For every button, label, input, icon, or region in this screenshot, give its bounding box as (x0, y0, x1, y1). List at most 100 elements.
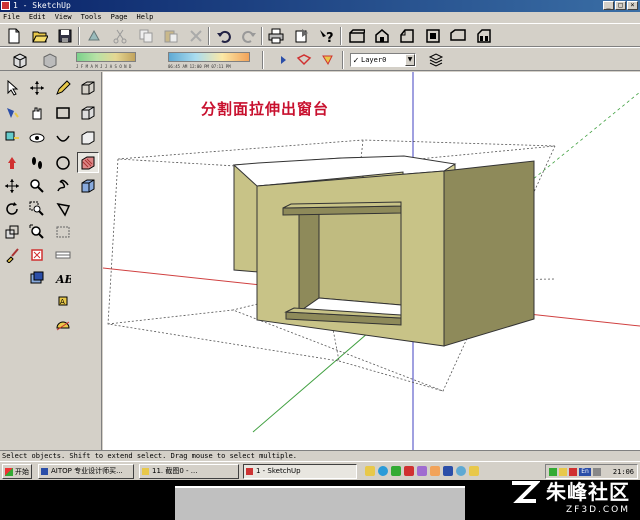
quicklaunch-icon[interactable] (365, 466, 375, 476)
open-folder-icon[interactable] (30, 26, 50, 45)
pan-hand-icon[interactable] (26, 102, 48, 123)
arc-icon[interactable] (52, 127, 74, 148)
menu-file[interactable]: File (3, 12, 20, 23)
cut-icon[interactable] (110, 26, 130, 45)
box-icon[interactable] (77, 77, 99, 98)
orbit-move-icon[interactable] (1, 175, 23, 196)
shadow-month-slider[interactable] (76, 52, 136, 62)
position-camera-icon[interactable] (1, 152, 23, 173)
tape-measure-icon[interactable] (1, 127, 23, 148)
eraser-icon[interactable] (52, 221, 74, 242)
dimension-icon[interactable] (52, 244, 74, 265)
shadow-time-slider[interactable] (168, 52, 250, 62)
menu-edit[interactable]: Edit (29, 12, 46, 23)
push-pull-icon[interactable] (77, 102, 99, 123)
paste-icon[interactable] (161, 26, 181, 45)
quicklaunch-icon[interactable] (443, 466, 453, 476)
title-bar[interactable]: 1 - SketchUp _ □ × (0, 0, 640, 12)
follow-me-icon[interactable] (77, 127, 99, 148)
copy-icon[interactable] (136, 26, 156, 45)
scene-canvas[interactable] (103, 72, 640, 450)
print-icon[interactable] (266, 26, 286, 45)
intersect-icon[interactable] (77, 152, 99, 173)
model-info-icon[interactable] (292, 26, 312, 45)
taskbar-item-sketchup[interactable]: 1 - SketchUp (243, 464, 357, 479)
layer-dropdown[interactable]: ✓ Layer0 ▼ (350, 53, 416, 67)
quicklaunch-icon[interactable] (469, 466, 479, 476)
group-icon[interactable] (40, 50, 60, 69)
modeling-viewport[interactable]: 分割面拉伸出窗台 (103, 72, 640, 450)
layers-manager-icon[interactable] (426, 50, 446, 69)
next-view-icon[interactable] (26, 267, 48, 288)
quicklaunch-icon[interactable] (456, 466, 466, 476)
minimize-button[interactable]: _ (603, 1, 614, 10)
rotate-icon[interactable] (1, 198, 23, 219)
axes-icon[interactable]: A (52, 290, 74, 311)
rectangle-icon[interactable] (52, 102, 74, 123)
quicklaunch-icon[interactable] (378, 466, 388, 476)
help-icon[interactable]: ? (317, 26, 337, 45)
maximize-button[interactable]: □ (615, 1, 626, 10)
redo-icon[interactable] (239, 26, 259, 45)
front-view-icon[interactable] (397, 26, 417, 45)
pencil-icon[interactable] (52, 77, 74, 98)
section-cut-icon[interactable] (318, 50, 338, 69)
volume-icon[interactable] (593, 467, 601, 476)
polygon-icon[interactable] (52, 198, 74, 219)
image-app-icon (142, 468, 149, 475)
previous-view-icon[interactable] (26, 244, 48, 265)
tray-icon[interactable] (569, 467, 577, 476)
circle-icon[interactable] (52, 152, 74, 173)
right-view-icon[interactable] (423, 26, 443, 45)
menu-help[interactable]: Help (137, 12, 154, 23)
menu-page[interactable]: Page (111, 12, 128, 23)
walk-arrow-icon[interactable] (269, 50, 289, 69)
input-language-indicator[interactable]: En (579, 467, 591, 476)
text-tool-icon[interactable]: AB (52, 267, 74, 288)
new-file-icon[interactable] (4, 26, 24, 45)
delete-icon[interactable] (186, 26, 206, 45)
chevron-down-icon[interactable]: ▼ (405, 54, 415, 66)
status-bar: Select objects. Shift to extend select. … (0, 450, 640, 461)
watermark-url: ZF3D.COM (566, 505, 630, 515)
zoom-extents-icon[interactable] (26, 221, 48, 242)
look-around-eye-icon[interactable] (26, 127, 48, 148)
walk-footprints-icon[interactable] (26, 152, 48, 173)
scale-icon[interactable] (1, 221, 23, 242)
iso-view-icon[interactable] (347, 26, 367, 45)
close-button[interactable]: × (627, 1, 638, 10)
quicklaunch-icon[interactable] (417, 466, 427, 476)
taskbar-item-screenshot[interactable]: 11. 截图0 - ... (139, 464, 239, 479)
undo-icon[interactable] (214, 26, 234, 45)
toolbar-separator (78, 27, 80, 45)
paint-bucket-icon[interactable] (1, 102, 23, 123)
section-plane-icon[interactable] (294, 50, 314, 69)
select-arrow-icon[interactable] (1, 77, 23, 98)
offset-cube-icon[interactable] (77, 175, 99, 196)
tray-icon[interactable] (549, 467, 557, 476)
zoom-window-icon[interactable] (26, 198, 48, 219)
freehand-icon[interactable] (52, 175, 74, 196)
paint-brush-icon[interactable] (1, 244, 23, 265)
left-view-icon[interactable] (474, 26, 494, 45)
menu-view[interactable]: View (55, 12, 72, 23)
quicklaunch-icon[interactable] (430, 466, 440, 476)
back-view-icon[interactable] (448, 26, 468, 45)
component-icon[interactable] (10, 50, 30, 69)
building-model (232, 155, 535, 347)
taskbar-item-aitop[interactable]: AITOP 专业设计师买... (38, 464, 134, 479)
erase-paint-icon[interactable] (84, 26, 104, 45)
quicklaunch-icon[interactable] (404, 466, 414, 476)
protractor-icon[interactable] (52, 313, 74, 334)
move-icon[interactable] (26, 77, 48, 98)
save-icon[interactable] (55, 26, 75, 45)
tray-icon[interactable] (559, 467, 567, 476)
window-controls: _ □ × (603, 1, 638, 10)
top-view-icon[interactable] (372, 26, 392, 45)
start-button[interactable]: 开始 (2, 464, 32, 479)
clock: 21:06 (612, 467, 634, 476)
windows-logo-icon (5, 467, 13, 476)
quicklaunch-icon[interactable] (391, 466, 401, 476)
zoom-magnifier-icon[interactable] (26, 175, 48, 196)
menu-tools[interactable]: Tools (81, 12, 102, 23)
